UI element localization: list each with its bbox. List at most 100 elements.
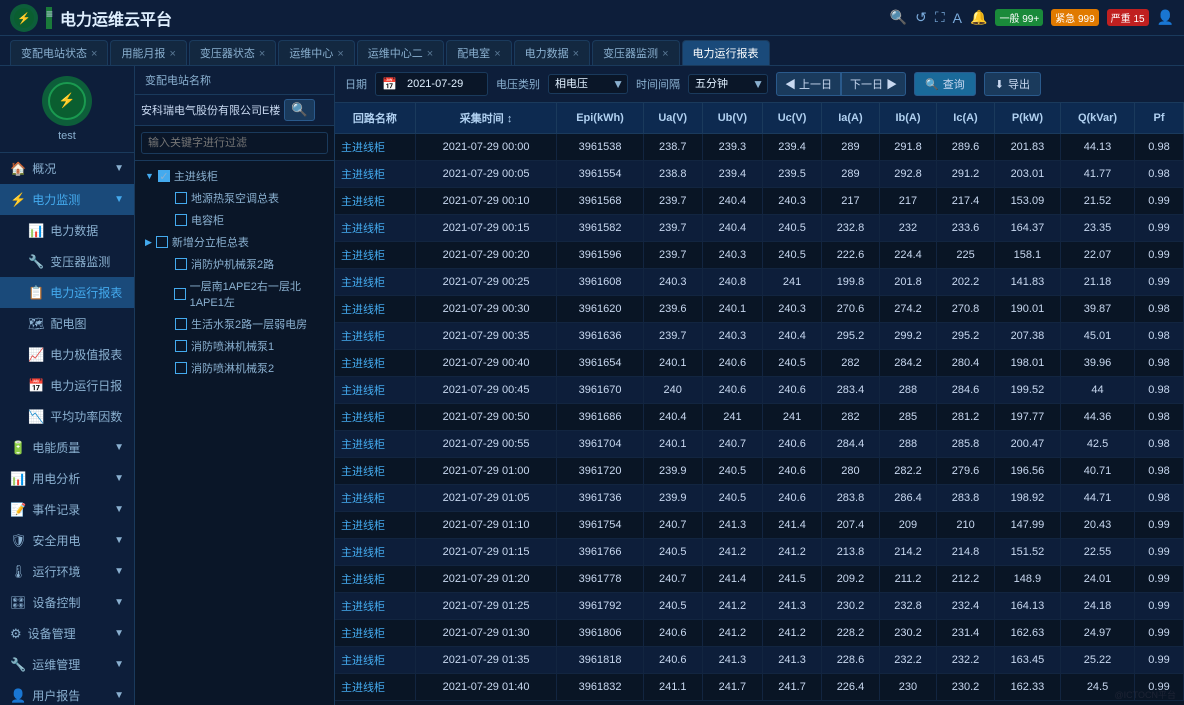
sidebar-item-配电图[interactable]: 🗺 配电图 <box>0 308 134 339</box>
tab-变压器状态[interactable]: 变压器状态× <box>189 40 276 65</box>
cell-4: 241.3 <box>702 647 762 674</box>
sidebar-item-设备控制[interactable]: 🎛 设备控制 ▼ <box>0 587 134 618</box>
cell-3: 240.4 <box>643 404 702 431</box>
sidebar-label: 用电分析 <box>32 470 80 487</box>
tab-close-icon[interactable]: × <box>259 48 265 60</box>
cell-8: 279.6 <box>937 458 995 485</box>
tab-运维中心[interactable]: 运维中心× <box>278 40 354 65</box>
sidebar-item-电力运行报表[interactable]: 📋 电力运行报表 <box>0 277 134 308</box>
cell-3: 239.7 <box>643 215 702 242</box>
sidebar-item-电力极值报表[interactable]: 📈 电力极值报表 <box>0 339 134 370</box>
tab-close-icon[interactable]: × <box>427 48 433 60</box>
tree-checkbox[interactable] <box>175 258 187 270</box>
tab-用能月报[interactable]: 用能月报× <box>110 40 186 65</box>
cell-9: 196.56 <box>994 458 1060 485</box>
fullscreen-icon[interactable]: ⛶ <box>935 9 945 26</box>
cell-1: 2021-07-29 01:20 <box>415 566 557 593</box>
tree-search-input[interactable] <box>141 132 328 154</box>
cell-7: 286.4 <box>879 485 937 512</box>
tree-item-生活水泵2路一层弱电房[interactable]: 生活水泵2路一层弱电房 <box>139 313 330 335</box>
sidebar-item-事件记录[interactable]: 📝 事件记录 ▼ <box>0 494 134 525</box>
user-icon[interactable]: 👤 <box>1157 9 1174 26</box>
voltage-select[interactable]: 相电压线电压 <box>548 74 628 94</box>
cell-0: 主进线柜 <box>335 431 415 458</box>
next-day-btn[interactable]: 下一日 ▶ <box>841 72 906 96</box>
sidebar-arrow-icon: ▼ <box>114 566 124 577</box>
cell-2: 3961778 <box>557 566 643 593</box>
search-icon[interactable]: 🔍 <box>890 9 907 26</box>
tree-item-地源热泵空调总表[interactable]: 地源热泵空调总表 <box>139 187 330 209</box>
tree-checkbox[interactable] <box>156 236 168 248</box>
tab-close-icon[interactable]: × <box>662 48 668 60</box>
sidebar-item-用户报告[interactable]: 👤 用户报告 ▼ <box>0 680 134 705</box>
tree-item-一层南1APE2右一层北1APE1左[interactable]: 一层南1APE2右一层北1APE1左 <box>139 275 330 313</box>
sidebar-item-电力数据[interactable]: 📊 电力数据 <box>0 215 134 246</box>
menu-icon[interactable]: ≡ <box>46 7 52 29</box>
cell-10: 20.43 <box>1061 512 1135 539</box>
tab-电力运行报表[interactable]: 电力运行报表 <box>682 40 770 65</box>
cell-9: 147.99 <box>994 512 1060 539</box>
sidebar-item-设备管理[interactable]: ⚙ 设备管理 ▼ <box>0 618 134 649</box>
sidebar-label: 电力运行报表 <box>50 284 122 301</box>
tree-checkbox[interactable] <box>175 192 187 204</box>
cell-0: 主进线柜 <box>335 296 415 323</box>
tab-变压器监测[interactable]: 变压器监测× <box>592 40 679 65</box>
tab-close-icon[interactable]: × <box>494 48 500 60</box>
prev-day-btn[interactable]: ◀ 上一日 <box>776 72 841 96</box>
cell-2: 3961554 <box>557 161 643 188</box>
tree-item-消防喷淋机械泵1[interactable]: 消防喷淋机械泵1 <box>139 335 330 357</box>
cell-3: 239.6 <box>643 296 702 323</box>
tab-变配电站状态[interactable]: 变配电站状态× <box>10 40 108 65</box>
sidebar-item-电力监测[interactable]: ⚡ 电力监测 ▼ <box>0 184 134 215</box>
sidebar-item-概况[interactable]: 🏠 概况 ▼ <box>0 153 134 184</box>
cell-11: 0.98 <box>1135 323 1184 350</box>
cell-8: 217.4 <box>937 188 995 215</box>
tree-checkbox[interactable] <box>175 214 187 226</box>
sidebar-arrow-icon: ▼ <box>114 659 124 670</box>
interval-label: 时间间隔 <box>636 76 680 92</box>
tab-close-icon[interactable]: × <box>337 48 343 60</box>
query-btn[interactable]: 🔍 查询 <box>914 72 976 96</box>
tree-checkbox[interactable] <box>175 362 187 374</box>
tree-checkbox[interactable]: ✓ <box>158 170 170 182</box>
tree-item-消防喷淋机械泵2[interactable]: 消防喷淋机械泵2 <box>139 357 330 379</box>
sidebar-item-电能质量[interactable]: 🔋 电能质量 ▼ <box>0 432 134 463</box>
sidebar-item-平均功率因数[interactable]: 📉 平均功率因数 <box>0 401 134 432</box>
sidebar-item-运行环境[interactable]: 🌡 运行环境 ▼ <box>0 556 134 587</box>
cell-11: 0.99 <box>1135 647 1184 674</box>
tab-配电室[interactable]: 配电室× <box>446 40 511 65</box>
sidebar-item-变压器监测[interactable]: 🔧 变压器监测 <box>0 246 134 277</box>
refresh-icon[interactable]: ↺ <box>915 9 927 26</box>
cell-6: 228.6 <box>822 647 880 674</box>
tree-item-新增分立柜总表[interactable]: ▶新增分立柜总表 <box>139 231 330 253</box>
sidebar-label: 平均功率因数 <box>50 408 122 425</box>
cell-3: 239.7 <box>643 323 702 350</box>
tree-item-主进线柜[interactable]: ▼✓主进线柜 <box>139 165 330 187</box>
cell-8: 270.8 <box>937 296 995 323</box>
export-btn[interactable]: ⬇ 导出 <box>984 72 1041 96</box>
tree-checkbox[interactable] <box>175 340 187 352</box>
sidebar-item-电力运行日报[interactable]: 📅 电力运行日报 <box>0 370 134 401</box>
tab-close-icon[interactable]: × <box>169 48 175 60</box>
sidebar-item-运维管理[interactable]: 🔧 运维管理 ▼ <box>0 649 134 680</box>
tree-item-消防炉机械泵2路[interactable]: 消防炉机械泵2路 <box>139 253 330 275</box>
settings-icon[interactable]: 🔔 <box>970 9 987 26</box>
sidebar-item-用电分析[interactable]: 📊 用电分析 ▼ <box>0 463 134 494</box>
tab-电力数据[interactable]: 电力数据× <box>514 40 590 65</box>
sidebar-label: 事件记录 <box>32 501 80 518</box>
tab-close-icon[interactable]: × <box>91 48 97 60</box>
date-input[interactable] <box>401 75 481 93</box>
sidebar-item-安全用电[interactable]: 🛡 安全用电 ▼ <box>0 525 134 556</box>
tab-close-icon[interactable]: × <box>573 48 579 60</box>
tree-checkbox[interactable] <box>174 288 186 300</box>
tree-item-电容柜[interactable]: 电容柜 <box>139 209 330 231</box>
substation-search-btn[interactable]: 🔍 <box>284 99 315 121</box>
font-icon[interactable]: A <box>953 10 962 26</box>
interval-select[interactable]: 五分钟一分钟十五分钟 <box>688 74 768 94</box>
sidebar-icon: 🌡 <box>10 564 27 580</box>
cell-10: 44 <box>1061 377 1135 404</box>
cell-7: 232 <box>879 215 937 242</box>
tab-运维中心二[interactable]: 运维中心二× <box>357 40 444 65</box>
cell-3: 240.5 <box>643 593 702 620</box>
tree-checkbox[interactable] <box>175 318 187 330</box>
